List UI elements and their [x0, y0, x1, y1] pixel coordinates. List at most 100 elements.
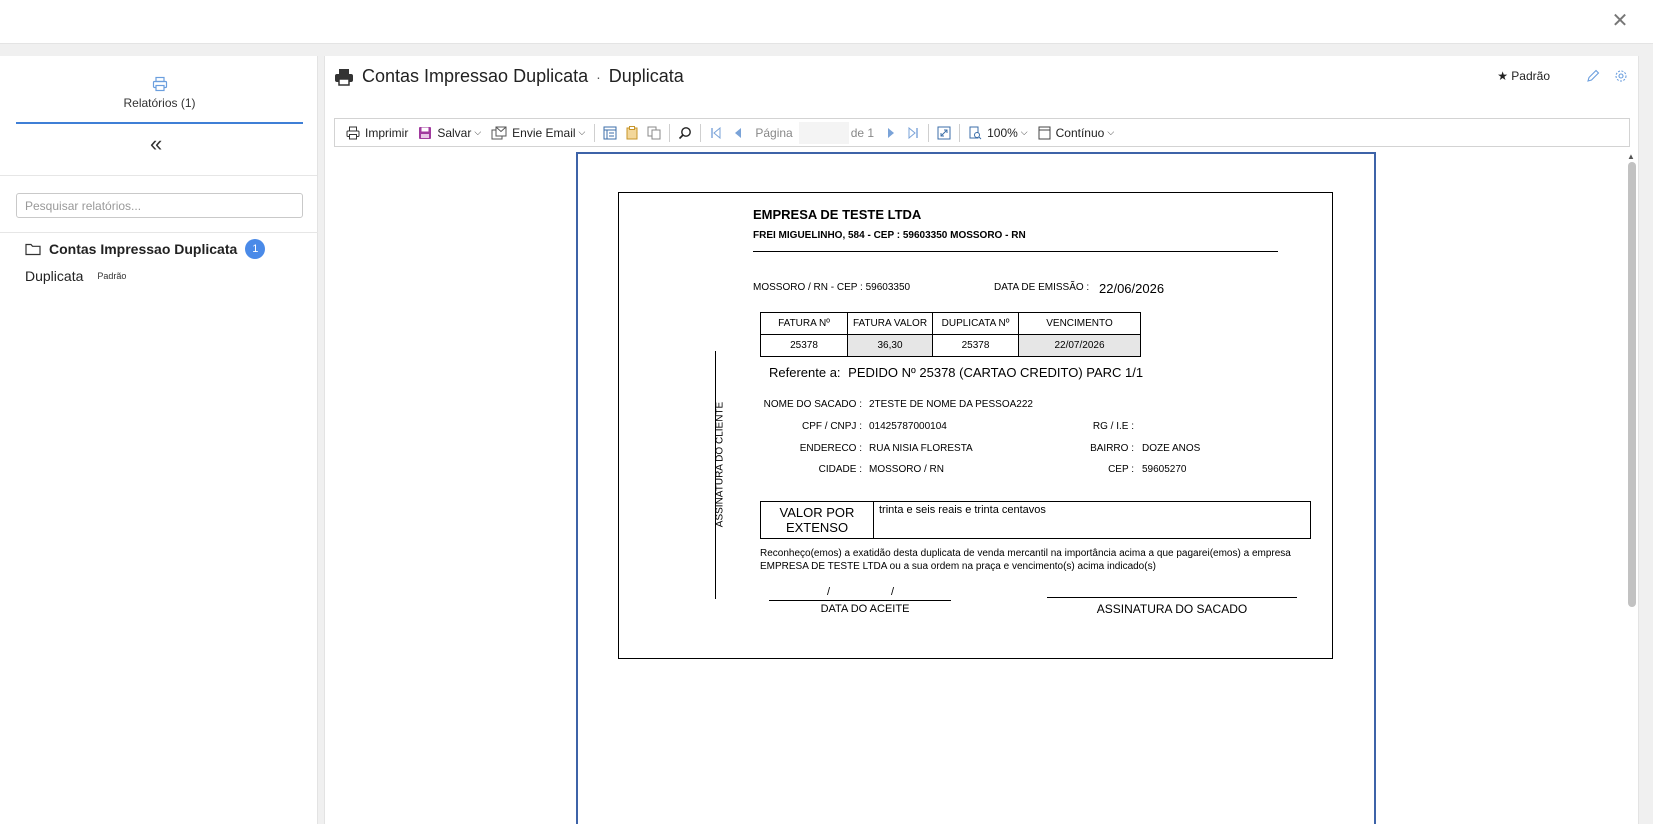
table-cell: 36,30: [847, 334, 933, 357]
report-toolbar: Imprimir Salvar ⌵ Envie Email ⌵ Página d…: [334, 118, 1630, 147]
scroll-up-icon[interactable]: ▲: [1627, 152, 1635, 161]
report-viewer[interactable]: EMPRESA DE TESTE LTDA FREI MIGUELINHO, 5…: [326, 152, 1637, 824]
prev-page-icon[interactable]: [727, 121, 749, 145]
chevron-down-icon: ⌵: [1020, 127, 1028, 137]
zoom-icon: [969, 126, 982, 139]
copy-icon[interactable]: [643, 121, 665, 145]
floppy-icon: [419, 126, 432, 139]
header-rule: [753, 251, 1278, 252]
invoice-table: FATURA Nº FATURA VALOR DUPLICATA Nº VENC…: [760, 312, 1141, 357]
cep-label: CEP :: [1108, 464, 1134, 475]
folder-icon: [25, 243, 41, 256]
collapse-icon[interactable]: «: [150, 133, 162, 155]
company-address: FREI MIGUELINHO, 584 - CEP : 59603350 MO…: [753, 230, 1026, 241]
sacado-signature-line: [1047, 597, 1297, 598]
gear-icon[interactable]: [1614, 69, 1628, 83]
clipboard-icon[interactable]: [621, 121, 643, 145]
cidade-label: CIDADE :: [818, 464, 862, 475]
folder-contas-impressao-duplicata[interactable]: Contas Impressao Duplicata 1: [25, 239, 266, 259]
print-label: Imprimir: [365, 125, 409, 140]
email-button[interactable]: Envie Email ⌵: [486, 121, 590, 145]
amount-label-line2: EXTENSO: [785, 520, 849, 535]
printer-icon: [335, 68, 353, 86]
client-signature-label: ASSINATURA DO CLIENTE: [714, 401, 726, 528]
page-title: Contas Impressao Duplicata · Duplicata: [334, 66, 684, 87]
toolbar-separator: [669, 123, 671, 142]
amount-in-words-box: VALOR POR EXTENSO trinta e seis reais e …: [760, 501, 1311, 539]
cep-value: 59605270: [1142, 464, 1187, 475]
acceptance-date-line: [769, 600, 951, 601]
toolbar-separator: [959, 123, 961, 142]
save-button[interactable]: Salvar ⌵: [413, 121, 486, 145]
first-page-icon[interactable]: [705, 121, 727, 145]
amount-in-words-label: VALOR POR EXTENSO: [761, 502, 874, 538]
sacado-label: NOME DO SACADO :: [763, 399, 862, 410]
amount-in-words-value: trinta e seis reais e trinta centavos: [879, 504, 1046, 516]
city-cep: MOSSORO / RN - CEP : 59603350: [753, 282, 911, 293]
date-slash: /: [891, 586, 895, 598]
page-label: Página: [755, 125, 793, 140]
default-tag: Padrão: [97, 271, 127, 281]
cpf-label: CPF / CNPJ :: [801, 421, 862, 432]
bairro-value: DOZE ANOS: [1142, 443, 1201, 454]
title-text: Contas Impressao Duplicata: [362, 66, 589, 86]
top-bar: ✕: [0, 0, 1653, 44]
toolbar-separator: [700, 123, 702, 142]
chevron-down-icon: ⌵: [474, 127, 482, 137]
panel-actions: ★ Padrão: [1497, 69, 1628, 83]
fullscreen-icon[interactable]: [933, 121, 955, 145]
page-count-label: de 1: [850, 125, 875, 140]
bairro-label: BAIRRO :: [1090, 443, 1134, 454]
pencil-icon[interactable]: [1586, 69, 1600, 83]
email-label: Envie Email: [512, 125, 576, 140]
table-cell: 25378: [760, 334, 848, 357]
sacado-value: 2TESTE DE NOME DA PESSOA222: [869, 399, 1033, 410]
emission-label: DATA DE EMISSÃO :: [994, 282, 1090, 293]
page-number-input[interactable]: [798, 121, 849, 144]
list-item-duplicata[interactable]: Duplicata Padrão: [25, 268, 126, 284]
chevron-down-icon: ⌵: [1107, 127, 1115, 137]
send-email-icon: [491, 126, 507, 139]
zoom-label: 100%: [987, 125, 1018, 140]
column-header: VENCIMENTO: [1018, 312, 1141, 335]
search-icon[interactable]: [674, 121, 696, 145]
printer-icon: [346, 126, 360, 139]
endereco-value: RUA NISIA FLORESTA: [869, 443, 973, 454]
table-row: 25378 36,30 25378 22/07/2026: [760, 334, 1141, 357]
vertical-scrollbar[interactable]: ▲: [1625, 152, 1637, 824]
default-button[interactable]: ★ Padrão: [1497, 69, 1550, 83]
report-page: EMPRESA DE TESTE LTDA FREI MIGUELINHO, 5…: [576, 152, 1376, 824]
date-slash: /: [827, 586, 831, 598]
print-button[interactable]: Imprimir: [341, 121, 413, 145]
page-mode-icon: [1038, 126, 1051, 139]
last-page-icon[interactable]: [902, 121, 924, 145]
sacado-signature-label: ASSINATURA DO SACADO: [1096, 602, 1248, 616]
rg-label: RG / I.E :: [1092, 421, 1134, 432]
toolbar-separator: [928, 123, 930, 142]
reference-line: Referente a: PEDIDO Nº 25378 (CARTAO CRE…: [769, 365, 1143, 380]
design-icon[interactable]: [599, 121, 621, 145]
divider: [0, 232, 318, 233]
reference-label: Referente a:: [769, 365, 841, 380]
cpf-value: 01425787000104: [869, 421, 947, 432]
printer-icon: [152, 76, 167, 92]
company-name: EMPRESA DE TESTE LTDA: [753, 207, 922, 222]
column-header: FATURA VALOR: [847, 312, 933, 335]
column-header: FATURA Nº: [760, 312, 848, 335]
zoom-dropdown[interactable]: 100% ⌵: [964, 121, 1033, 145]
tab-relatorios[interactable]: Relatórios (1): [16, 76, 303, 124]
scrollbar-thumb[interactable]: [1628, 162, 1636, 607]
table-cell: 25378: [932, 334, 1019, 357]
column-header: DUPLICATA Nº: [932, 312, 1019, 335]
sidebar: Relatórios (1) « Contas Impressao Duplic…: [0, 56, 318, 824]
view-mode-dropdown[interactable]: Contínuo ⌵: [1033, 121, 1120, 145]
save-label: Salvar: [437, 125, 472, 140]
close-icon[interactable]: ✕: [1609, 10, 1631, 32]
chevron-down-icon: ⌵: [578, 127, 586, 137]
tab-label: Relatórios (1): [123, 96, 196, 110]
next-page-icon[interactable]: [880, 121, 902, 145]
item-name: Duplicata: [25, 268, 84, 284]
amount-label-line1: VALOR POR: [779, 505, 855, 520]
emission-date: 22/06/2026: [1099, 281, 1165, 296]
search-input[interactable]: [16, 193, 303, 218]
